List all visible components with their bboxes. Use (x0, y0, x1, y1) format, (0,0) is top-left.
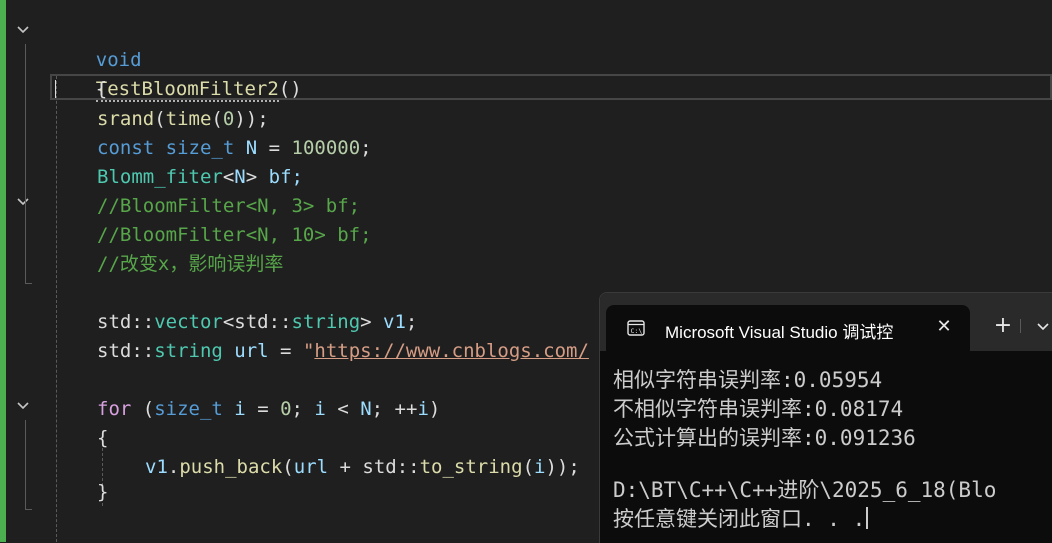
token: srand (97, 108, 155, 130)
token: N (234, 166, 246, 188)
token: ) (428, 398, 441, 420)
code-line-blomm[interactable]: Blomm_fiter<N> bf; (97, 163, 303, 192)
fold-range-line (25, 44, 26, 284)
token: = (245, 398, 281, 420)
console-cursor (866, 507, 869, 529)
tabbar-separator (1020, 319, 1021, 333)
console-prompt-text: 按任意键关闭此窗口. . . (613, 507, 866, 531)
token: )); (545, 456, 580, 478)
token: > (360, 311, 372, 333)
token: 0 (280, 398, 292, 420)
code-line-srand[interactable]: srand(time(0)); (97, 105, 269, 134)
svg-text:C:\: C:\ (631, 327, 643, 335)
token: = (257, 137, 292, 159)
code-line-vector[interactable]: std::vector<std::string> v1; (97, 308, 417, 337)
token: " (302, 340, 315, 362)
token: i (534, 456, 546, 478)
token: < (222, 311, 235, 333)
token: url (222, 340, 269, 362)
token: std:: (234, 311, 292, 333)
token: for (97, 398, 132, 420)
code-line-for-close-brace[interactable]: } (97, 478, 108, 507)
code-line-for[interactable]: for (size_t i = 0; i < N; ++i) (97, 395, 440, 424)
console-output-line: 不相似字符串误判率:0.08174 (613, 397, 904, 421)
token: push_back (179, 456, 283, 478)
token: size_t (165, 137, 235, 159)
close-tab-icon[interactable]: ✕ (932, 315, 956, 339)
token: v1 (371, 311, 406, 333)
token: string (291, 311, 361, 333)
token: ++ (394, 398, 418, 420)
console-prompt-line: 按任意键关闭此窗口. . . (613, 505, 869, 534)
token: . (167, 456, 180, 478)
code-line-comment[interactable]: //BloomFilter<N, 3> bf; (97, 192, 360, 221)
fold-range-line (25, 420, 26, 510)
console-output-line: D:\BT\C++\C++进阶\2025_6_18(Blo (613, 478, 997, 502)
token: string (154, 340, 223, 362)
console-tab[interactable]: C:\ Microsoft Visual Studio 调试控 ✕ (606, 305, 970, 351)
token: 0 (222, 108, 235, 130)
code-line-open-brace[interactable]: { (50, 46, 107, 100)
terminal-icon: C:\ (627, 320, 645, 336)
token: 100000 (291, 137, 361, 159)
fold-chevron-icon[interactable] (14, 23, 32, 41)
token: vector (154, 311, 223, 333)
token: i (417, 398, 429, 420)
token: std:: (362, 456, 420, 478)
indent-guide (56, 76, 57, 542)
token: i (314, 398, 326, 420)
console-output-line: 相似字符串误判率:0.05954 (613, 368, 883, 392)
debug-console-window[interactable]: C:\ Microsoft Visual Studio 调试控 ✕ + 相似字符… (599, 292, 1052, 543)
url-link[interactable]: https://www.cnblogs.com/ (314, 340, 589, 362)
fold-chevron-icon[interactable] (14, 195, 32, 213)
token: ( (154, 108, 166, 130)
git-change-indicator (0, 0, 6, 542)
code-line-comment[interactable]: //BloomFilter<N, 10> bf; (97, 221, 372, 250)
fold-chevron-icon[interactable] (14, 399, 32, 417)
token: N (245, 137, 258, 159)
token: ; (291, 398, 315, 420)
parens: () (278, 78, 302, 100)
token: to_string (419, 456, 523, 478)
token: < (222, 166, 235, 188)
new-tab-button[interactable]: + (992, 315, 1014, 337)
token: url (293, 456, 329, 478)
token: std:: (97, 340, 155, 362)
token: ; (371, 398, 395, 420)
code-line-const[interactable]: const size_t N = 100000; (97, 134, 372, 163)
token: v1 (145, 456, 168, 478)
token: Blomm_fiter (97, 166, 223, 188)
token: i (222, 398, 246, 420)
fold-range-end (25, 283, 32, 284)
token: > (245, 166, 258, 188)
code-line-comment[interactable]: //改变x，影响误判率 (97, 250, 283, 279)
token: ( (282, 456, 294, 478)
token: size_t (154, 398, 223, 420)
brace: { (95, 78, 108, 100)
token: bf; (257, 166, 303, 188)
fold-range-end (25, 509, 32, 510)
token: ; (360, 137, 372, 159)
code-line-signature[interactable]: void TestBloomFilter2() (50, 17, 302, 102)
token: const (97, 137, 155, 159)
function-name: TestBloomFilter2 (95, 78, 279, 102)
token: ( (131, 398, 155, 420)
code-line-push-back[interactable]: v1.push_back(url + std::to_string(i)); (145, 453, 580, 482)
code-line-for-open-brace[interactable]: { (97, 424, 108, 453)
token: )); (234, 108, 269, 130)
console-tab-title: Microsoft Visual Studio 调试控 (665, 323, 894, 342)
token: std:: (97, 311, 155, 333)
token: ( (211, 108, 223, 130)
token: ( (522, 456, 535, 478)
token: time (165, 108, 212, 130)
console-output-line: 公式计算出的误判率:0.091236 (613, 426, 916, 450)
token: N (360, 398, 372, 420)
code-line-url[interactable]: std::string url = "https://www.cnblogs.c… (97, 337, 589, 366)
console-tab-bar: C:\ Microsoft Visual Studio 调试控 ✕ + (600, 293, 1052, 351)
token: + (328, 456, 363, 478)
token: < (325, 398, 361, 420)
token: ; (405, 311, 418, 333)
token: = (268, 340, 303, 362)
chevron-down-icon[interactable] (1036, 315, 1052, 337)
